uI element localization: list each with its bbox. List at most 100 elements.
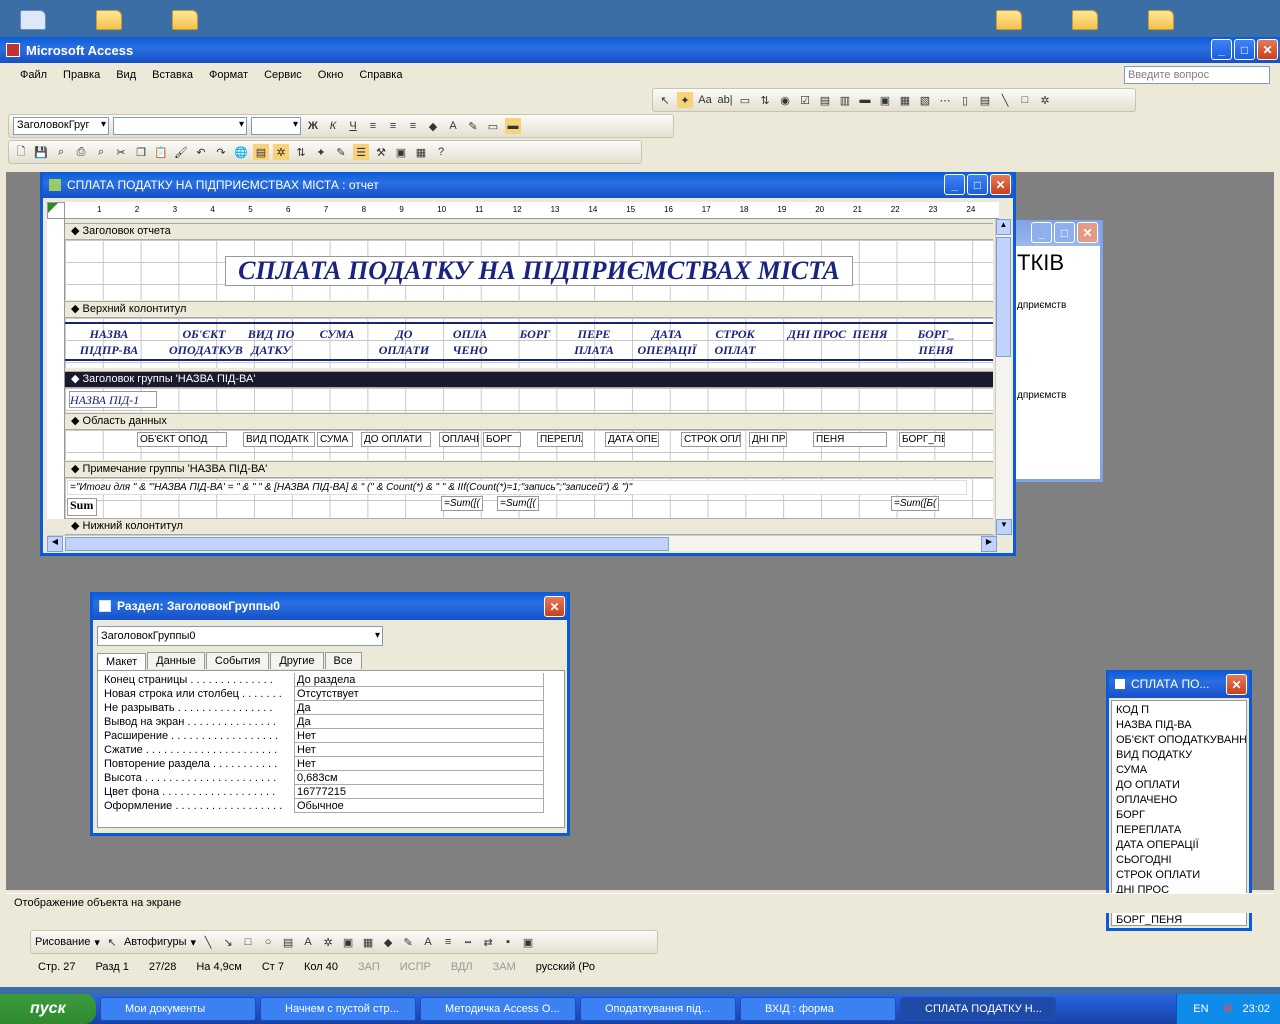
property-value[interactable]: 16777215 <box>294 785 544 799</box>
arrow-style-icon[interactable]: ⇄ <box>480 934 496 950</box>
column-header-label[interactable]: СУМА <box>317 326 357 356</box>
field-list-item[interactable]: ПЕРЕПЛАТА <box>1112 823 1246 838</box>
drawing-menu[interactable]: Рисование <box>35 936 90 948</box>
scroll-right-icon[interactable]: ▶ <box>981 536 997 552</box>
maximize-button[interactable]: □ <box>1054 222 1075 243</box>
undo-icon[interactable]: ↶ <box>193 144 209 160</box>
clipart-icon[interactable]: ▣ <box>340 934 356 950</box>
tab-events[interactable]: События <box>205 652 270 669</box>
dash-style-icon[interactable]: ┅ <box>460 934 476 950</box>
property-row[interactable]: Вывод на экран . . . . . . . . . . . . .… <box>104 715 558 729</box>
property-value[interactable]: Да <box>294 701 544 715</box>
status-ext[interactable]: ВДЛ <box>451 961 473 975</box>
property-value[interactable]: Отсутствует <box>294 687 544 701</box>
band-page-header[interactable]: ◆ Верхний колонтитул <box>65 301 993 318</box>
property-value[interactable]: Нет <box>294 757 544 771</box>
page-break-icon[interactable]: ⋯ <box>937 92 953 108</box>
property-value[interactable]: Обычное <box>294 799 544 813</box>
autoformat-icon[interactable]: ✦ <box>313 144 329 160</box>
bound-object-icon[interactable]: ▧ <box>917 92 933 108</box>
column-header-label[interactable]: НАЗВА ПІДПР-ВА <box>69 326 149 357</box>
detail-field-textbox[interactable]: ОБ'ЄКТ ОПОД <box>137 432 227 447</box>
field-list-item[interactable]: КОД П <box>1112 703 1246 718</box>
field-list-window[interactable]: СПЛАТА ПО... ✕ КОД П НАЗВА ПІД-ВА ОБ'ЄКТ О… <box>1106 670 1252 931</box>
desktop-folder-icon[interactable] <box>1072 4 1102 32</box>
close-button[interactable]: ✕ <box>990 174 1011 195</box>
scroll-thumb[interactable] <box>996 237 1011 357</box>
taskbar-item[interactable]: Начнем с пустой стр... <box>260 997 416 1021</box>
detail-field-textbox[interactable]: ДО ОПЛАТИ <box>361 432 431 447</box>
field-list-item[interactable]: СУМА <box>1112 763 1246 778</box>
band-group-footer[interactable]: ◆ Примечание группы 'НАЗВА ПІД-ВА' <box>65 461 993 478</box>
column-header-label[interactable]: СТРОК ОПЛАТ <box>705 326 765 357</box>
label-icon[interactable]: Aa <box>697 92 713 108</box>
picture-icon[interactable]: ▦ <box>360 934 376 950</box>
menu-edit[interactable]: Правка <box>63 69 100 81</box>
rectangle-icon[interactable]: □ <box>240 934 256 950</box>
detail-field-textbox[interactable]: ВИД ПОДАТК <box>243 432 315 447</box>
diagram-icon[interactable]: ✲ <box>320 934 336 950</box>
format-painter-icon[interactable]: 🖌 <box>173 144 189 160</box>
report-design-window[interactable]: СПЛАТА ПОДАТКУ НА ПІДПРИЄМСТВАХ МІСТА : … <box>40 172 1016 556</box>
status-trk[interactable]: ИСПР <box>400 961 431 975</box>
properties-window[interactable]: Раздел: ЗаголовокГруппы0 ✕ ЗаголовокГруп… <box>90 592 570 836</box>
bold-icon[interactable]: Ж <box>305 118 321 134</box>
field-list-item[interactable]: ОПЛАЧЕНО <box>1112 793 1246 808</box>
menu-file[interactable]: Файл <box>20 69 47 81</box>
start-button[interactable]: пуск <box>0 994 96 1024</box>
select-pointer-icon[interactable]: ↖ <box>104 934 120 950</box>
align-right-icon[interactable]: ≡ <box>405 118 421 134</box>
field-list-item[interactable]: СТРОК ОПЛАТИ <box>1112 868 1246 883</box>
status-ovr[interactable]: ЗАМ <box>493 961 516 975</box>
taskbar-item-active[interactable]: СПЛАТА ПОДАТКУ Н... <box>900 997 1056 1021</box>
help-icon[interactable]: ? <box>433 144 449 160</box>
search-icon[interactable]: ⌕ <box>53 144 69 160</box>
underline-icon[interactable]: Ч <box>345 118 361 134</box>
checkbox-icon[interactable]: ☑ <box>797 92 813 108</box>
field-list-item[interactable]: ОБ'ЄКТ ОПОДАТКУВАННЯ <box>1112 733 1246 748</box>
column-header-label[interactable]: ОПЛА ЧЕНО <box>445 326 495 357</box>
field-list-item[interactable]: БОРГ <box>1112 808 1246 823</box>
column-header-label[interactable]: ОБ'ЄКТ ОПОДАТКУВ <box>169 326 243 357</box>
properties-titlebar[interactable]: Раздел: ЗаголовокГруппы0 ✕ <box>93 592 567 620</box>
detail-field-textbox[interactable]: ПЕРЕПЛА <box>537 432 583 447</box>
sorting-grouping-icon[interactable]: ⇅ <box>293 144 309 160</box>
border-width-icon[interactable]: ▭ <box>485 118 501 134</box>
field-list-icon[interactable]: ▤ <box>253 144 269 160</box>
align-left-icon[interactable]: ≡ <box>365 118 381 134</box>
detail-field-textbox[interactable]: ОПЛАЧЕ <box>439 432 479 447</box>
property-value[interactable]: До раздела <box>294 673 544 687</box>
tab-layout[interactable]: Макет <box>97 653 147 670</box>
close-button[interactable]: ✕ <box>1226 674 1247 695</box>
field-list-item[interactable]: ВИД ПОДАТКУ <box>1112 748 1246 763</box>
desktop-icon-envelope[interactable] <box>20 4 50 32</box>
list-box-icon[interactable]: ▥ <box>837 92 853 108</box>
tab-control-icon[interactable]: ▯ <box>957 92 973 108</box>
menu-help[interactable]: Справка <box>359 69 402 81</box>
column-header-label[interactable]: ДАТА ОПЕРАЦІЇ <box>631 326 703 357</box>
help-search-input[interactable]: Введите вопрос <box>1124 66 1270 84</box>
paste-icon[interactable]: 📋 <box>153 144 169 160</box>
more-controls-icon[interactable]: ✲ <box>1037 92 1053 108</box>
subform-icon[interactable]: ▤ <box>977 92 993 108</box>
horizontal-scrollbar[interactable]: ◀ ▶ <box>47 535 997 552</box>
line-icon[interactable]: ╲ <box>997 92 1013 108</box>
hyperlink-icon[interactable]: 🌐 <box>233 144 249 160</box>
field-list-item[interactable]: НАЗВА ПІД-ВА <box>1112 718 1246 733</box>
field-list-item[interactable]: ДО ОПЛАТИ <box>1112 778 1246 793</box>
detail-field-textbox[interactable]: БОРГ <box>483 432 521 447</box>
page-header-section[interactable]: НАЗВА ПІДПР-ВА ОБ'ЄКТ ОПОДАТКУВ ВИД ПО ДАТ… <box>65 318 993 368</box>
close-button[interactable]: ✕ <box>1077 222 1098 243</box>
detail-section[interactable]: ОБ'ЄКТ ОПОД ВИД ПОДАТК СУМА ДО ОПЛАТИ ОПЛАЧЕ… <box>65 430 993 460</box>
close-button[interactable]: ✕ <box>1257 39 1278 60</box>
detail-field-textbox[interactable]: СТРОК ОПЛ <box>681 432 741 447</box>
build-icon[interactable]: ⚒ <box>373 144 389 160</box>
3d-icon[interactable]: ▣ <box>520 934 536 950</box>
group-header-section[interactable]: НАЗВА ПІД-1 <box>65 388 993 412</box>
line-style-icon[interactable]: ≡ <box>440 934 456 950</box>
redo-icon[interactable]: ↷ <box>213 144 229 160</box>
status-rec[interactable]: ЗАП <box>358 961 380 975</box>
antivirus-icon[interactable]: K <box>1225 1003 1233 1015</box>
command-button-icon[interactable]: ▬ <box>857 92 873 108</box>
detail-field-textbox[interactable]: ДНІ ПР <box>749 432 787 447</box>
